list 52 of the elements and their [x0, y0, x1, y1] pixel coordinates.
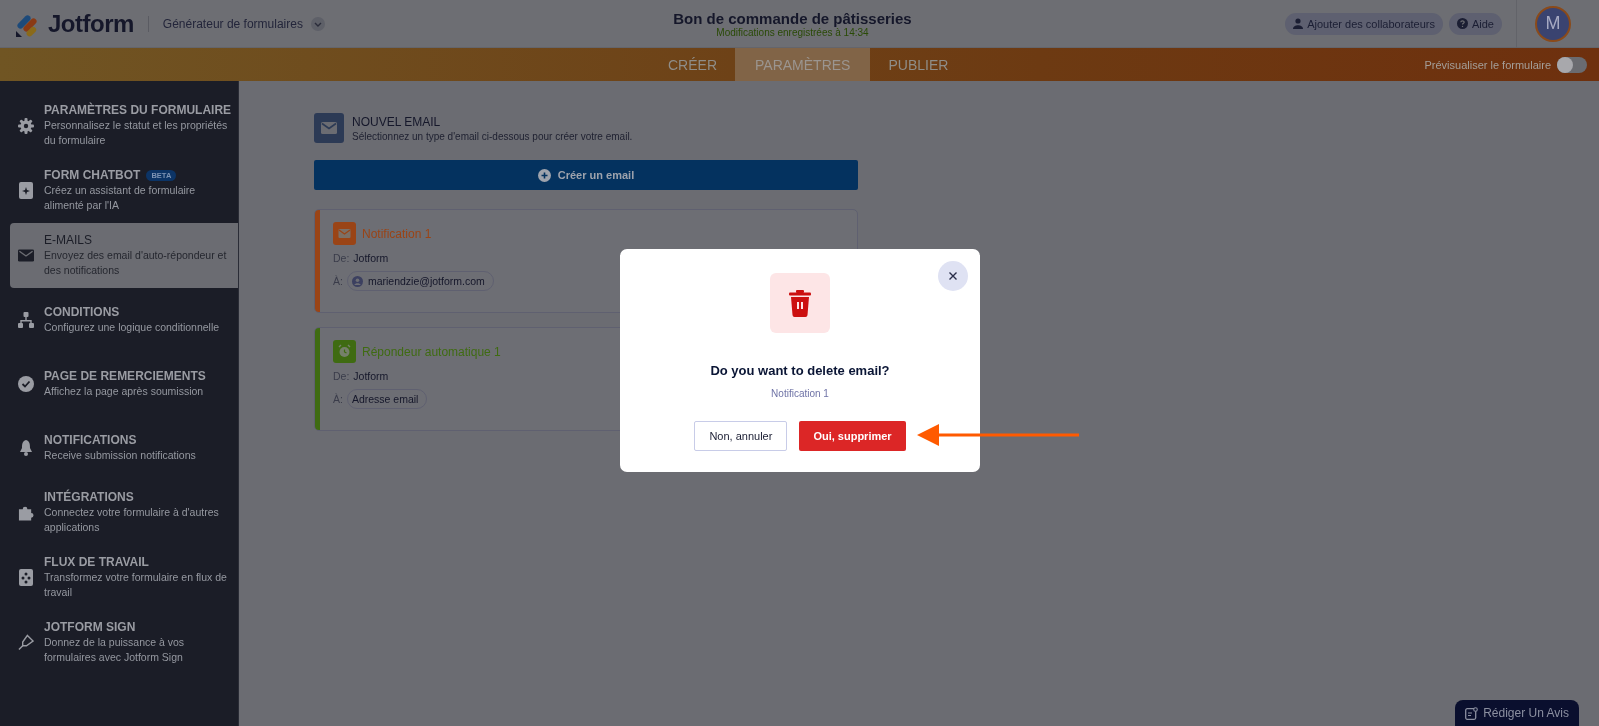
- pen-icon: [18, 634, 34, 651]
- user-avatar[interactable]: M: [1535, 5, 1571, 42]
- note-icon: [1465, 706, 1479, 720]
- close-button[interactable]: [938, 261, 968, 291]
- email-name: Notification 1: [362, 226, 432, 241]
- envelope-icon: [314, 113, 344, 143]
- sidebar-item[interactable]: NOTIFICATIONS Receive submission notifications: [10, 416, 238, 480]
- form-title: Bon de commande de pâtisseries: [673, 9, 912, 27]
- envelope-icon: [333, 222, 356, 245]
- bell-icon: [19, 440, 33, 456]
- gear-icon: [18, 117, 34, 134]
- dialog-subtitle: Notification 1: [771, 388, 829, 399]
- product-menu[interactable]: Générateur de formulaires: [162, 16, 303, 31]
- clock-icon: [333, 340, 356, 363]
- email-name: Répondeur automatique 1: [362, 344, 501, 359]
- preview-toggle[interactable]: [1557, 56, 1587, 73]
- sidebar-item[interactable]: PAGE DE REMERCIEMENTS Affichez la page après soumission: [10, 352, 238, 416]
- sender-name: Jotform: [353, 252, 389, 264]
- sparkle-icon: [19, 182, 33, 199]
- help-icon: [1456, 18, 1468, 29]
- plus-icon: [537, 168, 551, 182]
- sidebar-item[interactable]: PARAMÈTRES DU FORMULAIRE Personnalisez le statut et les propriétés du formulaire: [10, 93, 238, 158]
- puzzle-icon: [18, 504, 34, 521]
- feedback-button[interactable]: Rédiger Un Avis: [1455, 700, 1579, 726]
- chevron-down-icon[interactable]: [310, 16, 325, 31]
- envelope-icon: [18, 249, 34, 262]
- create-email-button[interactable]: Créer un email: [314, 160, 858, 190]
- sidebar-item[interactable]: CONDITIONS Configurez une logique conditionnelle: [10, 288, 238, 352]
- user-icon: [1293, 18, 1304, 29]
- check-circle-icon: [18, 376, 34, 392]
- user-icon: [351, 275, 363, 287]
- sidebar-item[interactable]: JOTFORM SIGN Donnez de la puissance à vos formulaires avec Jotform Sign: [10, 610, 238, 675]
- logo-text: Jotform: [48, 9, 134, 38]
- hierarchy-icon: [18, 312, 34, 328]
- add-collaborators-button[interactable]: Ajouter des collaborateurs: [1285, 12, 1443, 35]
- recipient-text: mariendzie@jotform.com: [367, 275, 485, 287]
- sidebar-item[interactable]: E-MAILS Envoyez des email d'auto-répondeur et des notifications: [10, 223, 238, 288]
- sidebar-item[interactable]: FLUX DE TRAVAIL Transformez votre formulaire en flux de travail: [10, 545, 238, 610]
- delete-button[interactable]: Oui, supprimer: [799, 421, 906, 451]
- section-subtitle: Sélectionnez un type d'email ci-dessous pour créer votre email.: [352, 130, 633, 142]
- recipient-text: Adresse email: [351, 393, 419, 405]
- trash-icon: [789, 289, 811, 317]
- save-status: Modifications enregistrées à 14:34: [715, 26, 869, 38]
- section-title: NOUVEL EMAIL: [352, 114, 442, 129]
- close-icon: [949, 272, 957, 280]
- workflow-icon: [19, 569, 33, 586]
- help-button[interactable]: Aide: [1448, 12, 1502, 35]
- sender-name: Jotform: [353, 370, 389, 382]
- cancel-button[interactable]: Non, annuler: [694, 421, 788, 451]
- sidebar-item[interactable]: INTÉGRATIONS Connectez votre formulaire à d'autres applications: [10, 480, 238, 545]
- tab[interactable]: PUBLIER: [870, 48, 967, 81]
- preview-label: Prévisualiser le formulaire: [1424, 58, 1551, 71]
